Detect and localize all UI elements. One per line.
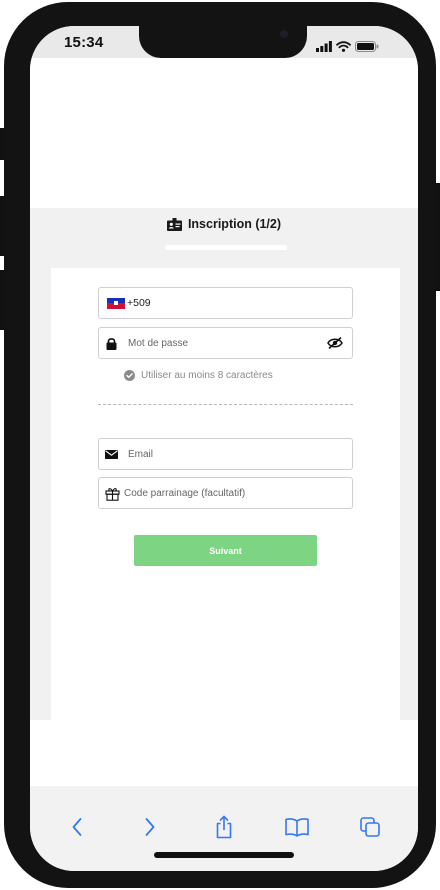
battery-icon <box>355 41 379 52</box>
haiti-flag-icon[interactable] <box>107 297 125 309</box>
next-button[interactable]: Suivant <box>134 535 317 566</box>
signup-progress-bar <box>165 245 287 250</box>
status-time: 15:34 <box>64 34 104 51</box>
phone-frame: 15:34 Inscription (1/2) +509 Mot de pass… <box>4 2 436 888</box>
wifi-icon <box>336 41 351 52</box>
screen: 15:34 Inscription (1/2) +509 Mot de pass… <box>30 26 418 871</box>
cellular-signal-icon <box>316 41 332 52</box>
bookmarks-button[interactable] <box>284 814 310 840</box>
forward-button[interactable] <box>137 814 163 840</box>
email-field[interactable]: Email <box>98 438 353 470</box>
phone-field[interactable]: +509 <box>98 287 353 319</box>
tabs-icon <box>360 817 380 837</box>
page: 15:34 Inscription (1/2) +509 Mot de pass… <box>0 0 440 890</box>
referral-code-placeholder: Code parrainage (facultatif) <box>124 487 246 499</box>
referral-code-field[interactable]: Code parrainage (facultatif) <box>98 477 353 509</box>
page-title-text: Inscription (1/2) <box>187 217 282 231</box>
forward-icon <box>145 818 155 836</box>
password-placeholder: Mot de passe <box>128 337 189 349</box>
phone-country-code[interactable]: +509 <box>127 297 151 309</box>
gift-icon <box>105 487 120 501</box>
back-button[interactable] <box>64 814 90 840</box>
eye-off-icon[interactable] <box>327 337 343 349</box>
page-bottom-space <box>30 720 418 786</box>
check-circle-icon <box>124 370 135 381</box>
page-title: Inscription (1/2) <box>30 213 418 235</box>
id-card-icon <box>166 217 182 231</box>
share-icon <box>216 815 232 839</box>
password-field[interactable]: Mot de passe <box>98 327 353 359</box>
home-indicator <box>154 852 294 858</box>
lock-icon <box>106 337 117 350</box>
browser-toolbar <box>30 786 418 871</box>
form-divider <box>98 404 353 405</box>
email-placeholder: Email <box>128 448 154 460</box>
front-camera <box>280 30 288 38</box>
back-icon <box>72 818 82 836</box>
envelope-icon <box>105 449 118 459</box>
tabs-button[interactable] <box>357 814 383 840</box>
status-icons <box>316 41 379 52</box>
password-hint-text: Utiliser au moins 8 caractères <box>141 370 273 381</box>
status-bar: 15:34 <box>30 26 418 58</box>
bookmarks-icon <box>285 818 309 837</box>
notch <box>139 26 307 58</box>
share-button[interactable] <box>211 814 237 840</box>
password-hint: Utiliser au moins 8 caractères <box>124 370 273 381</box>
app-header-space <box>30 58 418 208</box>
